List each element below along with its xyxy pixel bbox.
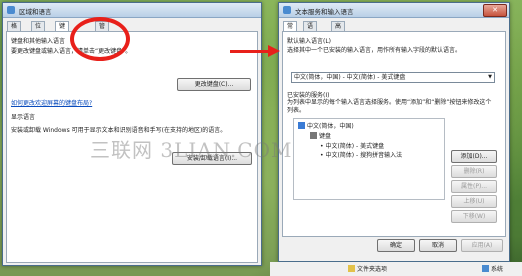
chevron-down-icon: ▼ xyxy=(488,74,492,80)
properties-button[interactable]: 属性(P)... xyxy=(451,180,497,193)
cancel-button[interactable]: 取消 xyxy=(419,239,457,252)
watermark: 三联网 3LIAN.COM xyxy=(90,138,293,162)
default-language-value: 中文(简体，中国) - 中文(简体) - 美式键盘 xyxy=(294,74,406,81)
bottom-strip: 文件夹选项 系统 xyxy=(270,262,522,276)
close-icon[interactable]: ✕ xyxy=(483,4,507,17)
services-tree[interactable]: 中文(简体，中国) 键盘 • 中文(简体) - 美式键盘 • 中文(简体) - … xyxy=(293,118,445,200)
installed-services-label: 已安装的服务(I) xyxy=(287,92,330,99)
default-language-label: 默认输入语言(L) xyxy=(287,38,332,45)
group1-label: 键盘和其他输入语言 xyxy=(11,38,66,45)
folder-icon xyxy=(348,265,355,272)
left-titlebar: 区域和语言 xyxy=(3,3,261,18)
tree-item-label-2: 中文(简体) - 搜狗拼音输入法 xyxy=(325,152,403,159)
taskbar-folder-options[interactable]: 文件夹选项 xyxy=(348,264,387,273)
remove-button[interactable]: 删除(R) xyxy=(451,165,497,178)
annotation-arrow-shaft xyxy=(230,50,270,53)
left-window-title: 区域和语言 xyxy=(19,8,52,16)
taskbar-system[interactable]: 系统 xyxy=(482,264,503,273)
tree-language[interactable]: 中文(简体，中国) xyxy=(298,121,354,130)
group2-label: 显示语言 xyxy=(11,114,36,121)
default-language-desc: 选择其中一个已安装的输入语言，用作所有输入字段的默认语言。 xyxy=(287,47,462,54)
tree-item-sogou[interactable]: • 中文(简体) - 搜狗拼音输入法 xyxy=(320,150,402,159)
language-icon xyxy=(298,122,305,129)
right-titlebar: 文本服务和输入语言 ✕ xyxy=(279,3,509,18)
tree-keyboard[interactable]: 键盘 xyxy=(310,131,331,140)
highlight-circle xyxy=(70,17,130,61)
keyboard-icon xyxy=(310,132,317,139)
globe-icon xyxy=(7,6,15,14)
add-button[interactable]: 添加(D)... xyxy=(451,150,497,163)
tree-item-label-1: 中文(简体) - 美式键盘 xyxy=(325,143,385,150)
right-window-title: 文本服务和输入语言 xyxy=(295,8,354,16)
apply-button[interactable]: 应用(A) xyxy=(461,239,503,252)
system-icon xyxy=(482,265,489,272)
keyboard-app-icon xyxy=(283,6,291,14)
move-down-button[interactable]: 下移(W) xyxy=(451,210,497,223)
default-language-select[interactable]: 中文(简体，中国) - 中文(简体) - 美式键盘 ▼ xyxy=(291,72,495,83)
tree-item-us-keyboard[interactable]: • 中文(简体) - 美式键盘 xyxy=(320,141,384,150)
welcome-keyboard-link[interactable]: 如何更改欢迎屏幕的键盘布局? xyxy=(11,98,92,107)
tree-keyboard-label: 键盘 xyxy=(319,133,332,140)
change-keyboard-button[interactable]: 更改键盘(C)... xyxy=(177,78,251,91)
tree-language-label: 中文(简体，中国) xyxy=(307,123,354,130)
taskbar-system-label: 系统 xyxy=(491,266,504,273)
annotation-arrow-head xyxy=(268,45,280,57)
installed-services-desc: 为列表中显示的每个输入语言选择服务。使用“添加”和“删除”按钮来修改这个列表。 xyxy=(287,99,492,114)
right-panel: 默认输入语言(L) 选择其中一个已安装的输入语言，用作所有输入字段的默认语言。 … xyxy=(282,31,506,237)
text-services-window: 文本服务和输入语言 ✕ 常规 语言栏 高级键设置 默认输入语言(L) 选择其中一… xyxy=(278,2,510,262)
ok-button[interactable]: 确定 xyxy=(377,239,415,252)
taskbar-folder-options-label: 文件夹选项 xyxy=(357,266,388,273)
move-up-button[interactable]: 上移(U) xyxy=(451,195,497,208)
